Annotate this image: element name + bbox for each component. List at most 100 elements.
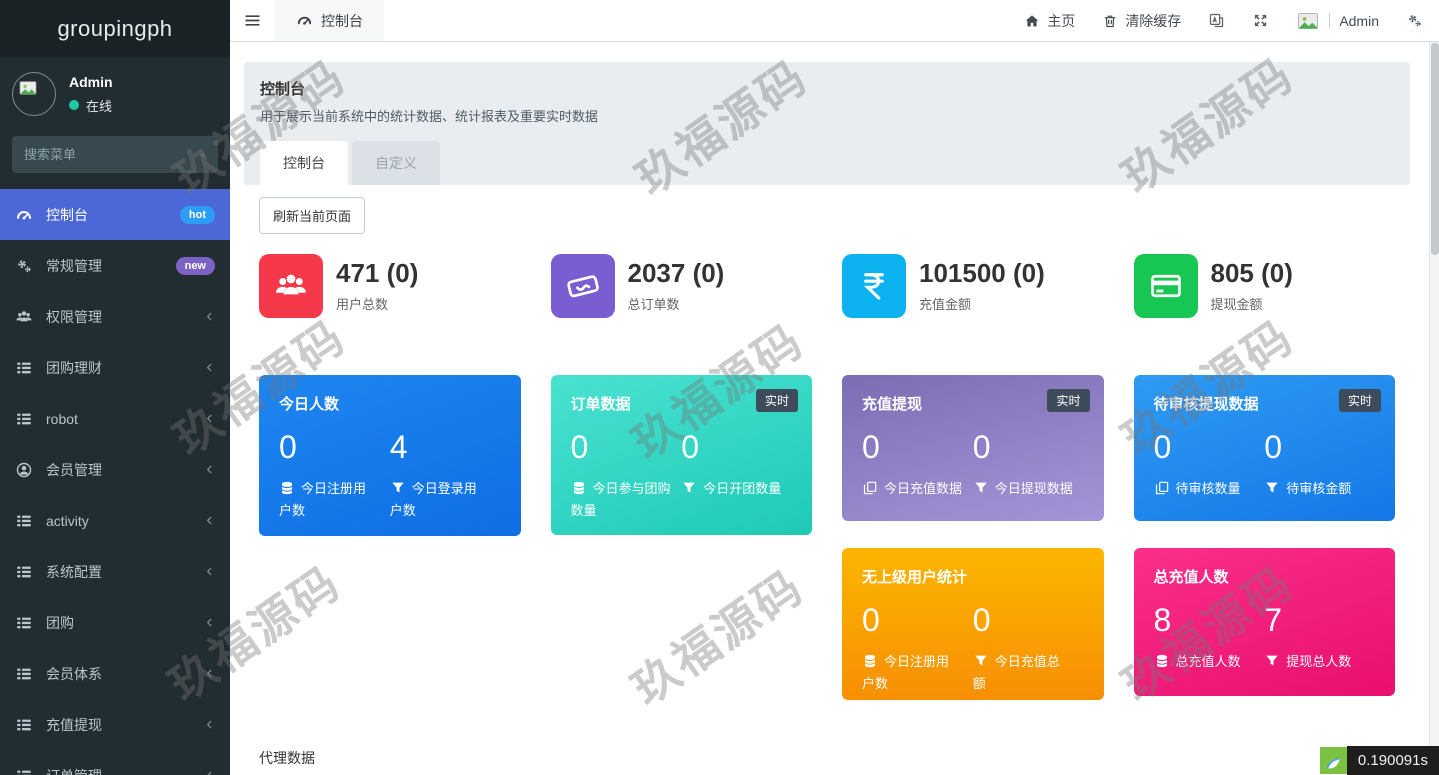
brand-logo: groupingph: [0, 0, 230, 57]
user-panel: Admin 在线: [0, 57, 230, 128]
card-title: 今日人数: [279, 393, 501, 414]
metric-label: 今日提现数据: [973, 478, 1084, 499]
stat-label: 提现金额: [1211, 294, 1293, 313]
funnel-icon: [973, 653, 989, 669]
metric-value: 8: [1154, 601, 1265, 639]
sidebar-item-member-management[interactable]: 会员管理: [0, 444, 230, 495]
card-today-users: 今日人数 0 今日注册用户数 4 今日登录用户数: [259, 375, 521, 536]
card-title: 无上级用户统计: [862, 566, 1084, 587]
sidebar-item-permission-management[interactable]: 权限管理: [0, 291, 230, 342]
list-icon: [15, 665, 33, 683]
card-pending-withdraw: 待审核提现数据 实时 0 待审核数量 0 待审核金额: [1134, 375, 1396, 521]
metric-label: 待审核数量: [1154, 478, 1265, 499]
chevron-left-icon: [204, 413, 215, 424]
new-badge: new: [176, 257, 215, 275]
home-link[interactable]: 主页: [1024, 11, 1075, 31]
clear-cache-label: 清除缓存: [1125, 11, 1181, 31]
hamburger-icon: [243, 11, 262, 30]
sidebar-item-label: activity: [46, 513, 89, 529]
scrollbar-track[interactable]: [1429, 42, 1439, 775]
cogs-icon: [15, 257, 33, 275]
status-label: 在线: [86, 96, 112, 115]
list-icon: [15, 716, 33, 734]
search-input[interactable]: [24, 147, 200, 162]
agent-data-title: 代理数据: [259, 748, 1429, 768]
credit-card-icon: [1134, 254, 1198, 318]
debug-toolbar[interactable]: 0.190091s: [1320, 746, 1439, 775]
card-total-recharge-users: 总充值人数 8 总充值人数 7 提现总人数: [1134, 548, 1396, 696]
language-button[interactable]: [1208, 12, 1225, 29]
chevron-left-icon: [204, 668, 215, 679]
sidebar-item-member-system[interactable]: 会员体系: [0, 648, 230, 699]
stat-value: 2037 (0): [628, 259, 725, 288]
navbar-tab-label: 控制台: [321, 11, 363, 31]
sidebar-item-robot[interactable]: robot: [0, 393, 230, 444]
top-navbar: 控制台 主页 清除缓存 Admin: [230, 0, 1439, 42]
trash-icon: [1102, 13, 1118, 29]
handshake-icon: [551, 254, 615, 318]
avatar: [12, 72, 56, 116]
sidebar-item-label: 订单管理: [46, 766, 102, 775]
users-icon: [15, 308, 33, 326]
sidebar-item-groupbuy[interactable]: 团购: [0, 597, 230, 648]
fullscreen-button[interactable]: [1252, 12, 1269, 29]
chevron-left-icon: [204, 566, 215, 577]
funnel-icon: [681, 480, 697, 496]
metric-value: 0: [862, 428, 973, 466]
funnel-icon: [1264, 480, 1280, 496]
realtime-badge: 实时: [1047, 389, 1089, 412]
realtime-badge: 实时: [756, 389, 798, 412]
card-order-data: 订单数据 实时 0 今日参与团购数量 0 今日开团数量: [551, 375, 813, 535]
clear-cache-link[interactable]: 清除缓存: [1102, 11, 1181, 31]
sidebar-search: [12, 136, 218, 173]
sidebar-item-recharge-withdraw[interactable]: 充值提现: [0, 699, 230, 750]
tab-console[interactable]: 控制台: [260, 141, 348, 185]
metric-label: 总充值人数: [1154, 651, 1265, 672]
stat-value: 471 (0): [336, 259, 418, 288]
sidebar-item-general-management[interactable]: 常规管理 new: [0, 240, 230, 291]
chevron-left-icon: [204, 311, 215, 322]
language-icon: [1208, 12, 1225, 29]
page-header: 控制台 用于展示当前系统中的统计数据、统计报表及重要实时数据 控制台 自定义: [244, 62, 1410, 185]
list-icon: [15, 512, 33, 530]
sidebar-item-label: 会员管理: [46, 460, 102, 480]
search-icon: [200, 147, 206, 163]
stat-total-orders: 2037 (0) 总订单数: [551, 254, 813, 318]
metric-value: 0: [571, 428, 682, 466]
user-name: Admin: [69, 74, 113, 90]
list-icon: [15, 614, 33, 632]
home-label: 主页: [1047, 11, 1075, 31]
sidebar-item-order-management[interactable]: 订单管理: [0, 750, 230, 775]
users-icon: [259, 254, 323, 318]
home-icon: [1024, 13, 1040, 29]
metric-label: 提现总人数: [1264, 651, 1375, 672]
card-no-parent-users: 无上级用户统计 0 今日注册用户数 0 今日充值总额: [842, 548, 1104, 700]
sidebar-item-activity[interactable]: activity: [0, 495, 230, 546]
tab-custom[interactable]: 自定义: [352, 141, 440, 185]
refresh-page-button[interactable]: 刷新当前页面: [259, 197, 365, 234]
navbar-user-name: Admin: [1339, 13, 1379, 29]
chevron-left-icon: [204, 362, 215, 373]
metric-label: 今日充值总额: [973, 651, 1063, 694]
sidebar-item-system-config[interactable]: 系统配置: [0, 546, 230, 597]
chevron-left-icon: [204, 515, 215, 526]
scrollbar-thumb[interactable]: [1431, 43, 1439, 255]
user-menu[interactable]: Admin: [1296, 9, 1379, 33]
rupee-icon: [842, 254, 906, 318]
avatar: [1296, 9, 1320, 33]
funnel-icon: [390, 480, 406, 496]
funnel-icon: [1264, 653, 1280, 669]
sidebar-item-console[interactable]: 控制台 hot: [0, 189, 230, 240]
metric-value: 0: [862, 601, 973, 639]
metric-value: 4: [390, 428, 501, 466]
sidebar-item-groupbuy-finance[interactable]: 团购理财: [0, 342, 230, 393]
settings-button[interactable]: [1406, 12, 1423, 29]
page-title: 控制台: [260, 78, 1394, 99]
gauge-icon: [15, 206, 33, 224]
elapsed-time-badge: 0.190091s: [1347, 746, 1439, 775]
navbar-tab-console[interactable]: 控制台: [275, 0, 384, 41]
metric-value: 0: [973, 601, 1084, 639]
sidebar-toggle-button[interactable]: [230, 11, 275, 30]
chevron-left-icon: [204, 617, 215, 628]
sidebar-item-label: 会员体系: [46, 664, 102, 684]
